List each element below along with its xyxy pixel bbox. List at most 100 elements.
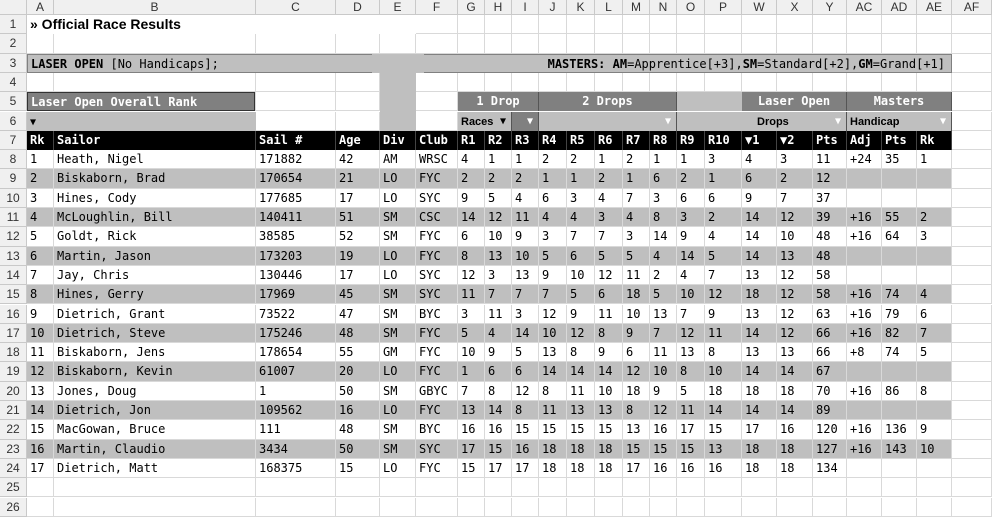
result-cell[interactable]: 12	[777, 323, 813, 344]
result-cell[interactable]: 18	[777, 381, 813, 401]
result-cell[interactable]: SM	[380, 304, 416, 324]
result-cell[interactable]: 4	[742, 150, 777, 170]
result-cell[interactable]: 3	[27, 188, 54, 208]
grid-cell[interactable]	[813, 34, 847, 54]
result-cell[interactable]: 5	[567, 285, 595, 305]
result-cell[interactable]: 1	[485, 150, 512, 170]
grid-cell[interactable]	[567, 497, 595, 517]
result-cell[interactable]: 15	[650, 439, 677, 459]
result-cell[interactable]: 9	[742, 188, 777, 208]
column-header-ad[interactable]: AD	[882, 0, 917, 15]
result-cell[interactable]: 11	[623, 265, 650, 286]
result-cell[interactable]	[847, 265, 882, 286]
grid-cell[interactable]	[595, 497, 623, 517]
result-cell[interactable]: 50	[336, 439, 380, 459]
result-cell[interactable]: +16	[847, 208, 882, 228]
result-cell[interactable]: WRSC	[416, 150, 458, 170]
handicap-filter[interactable]: Handicap ▼	[847, 111, 952, 131]
result-cell[interactable]: +16	[847, 323, 882, 344]
grid-cell[interactable]	[952, 150, 992, 170]
result-cell[interactable]: 8	[595, 323, 623, 344]
result-cell[interactable]: 12	[27, 362, 54, 382]
result-cell[interactable]: BYC	[416, 304, 458, 324]
result-cell[interactable]: +24	[847, 150, 882, 170]
result-cell[interactable]: 51	[336, 208, 380, 228]
sailor-name-cell[interactable]: Biskaborn, Jens	[54, 343, 256, 363]
rank-filter-cell[interactable]: ▼	[27, 111, 256, 131]
result-cell[interactable]	[917, 458, 952, 479]
result-cell[interactable]: 9	[567, 304, 595, 324]
grid-cell[interactable]	[512, 497, 539, 517]
result-cell[interactable]: SYC	[416, 285, 458, 305]
grid-cell[interactable]	[952, 188, 992, 208]
result-cell[interactable]: SYC	[416, 439, 458, 459]
result-cell[interactable]: 16	[650, 420, 677, 440]
result-cell[interactable]: 1	[567, 169, 595, 189]
result-cell[interactable]: 35	[882, 150, 917, 170]
result-cell[interactable]: 15	[677, 439, 705, 459]
row-header-19[interactable]: 19	[0, 362, 27, 382]
grid-cell[interactable]	[458, 34, 485, 54]
grid-cell[interactable]	[952, 227, 992, 247]
result-cell[interactable]: 8	[917, 381, 952, 401]
result-cell[interactable]: 13	[485, 246, 512, 266]
result-cell[interactable]: 17	[336, 265, 380, 286]
grid-cell[interactable]	[952, 53, 992, 73]
result-cell[interactable]: 14	[742, 246, 777, 266]
result-cell[interactable]: 2	[650, 265, 677, 286]
result-cell[interactable]: 130446	[256, 265, 336, 286]
result-cell[interactable]: 9	[677, 227, 705, 247]
result-cell[interactable]: SM	[380, 285, 416, 305]
result-cell[interactable]: 8	[705, 343, 742, 363]
grid-cell[interactable]	[336, 34, 380, 54]
row-header-1[interactable]: 1	[0, 15, 27, 35]
grid-cell[interactable]	[623, 72, 650, 93]
result-cell[interactable]: 5	[595, 246, 623, 266]
result-cell[interactable]: 58	[813, 265, 847, 286]
grid-cell[interactable]	[952, 72, 992, 93]
column-title-2[interactable]: Sail #	[256, 130, 336, 151]
column-header-k[interactable]: K	[567, 0, 595, 15]
grid-cell[interactable]	[952, 111, 992, 131]
result-cell[interactable]: LO	[380, 265, 416, 286]
result-cell[interactable]: 17969	[256, 285, 336, 305]
grid-cell[interactable]	[952, 169, 992, 189]
result-cell[interactable]: 11	[705, 323, 742, 344]
result-cell[interactable]: 58	[813, 285, 847, 305]
result-cell[interactable]	[882, 188, 917, 208]
column-header-h[interactable]: H	[485, 0, 512, 15]
grid-cell[interactable]	[256, 478, 336, 498]
row-header-22[interactable]: 22	[0, 420, 27, 440]
result-cell[interactable]: 6	[595, 285, 623, 305]
grid-cell[interactable]	[27, 72, 54, 93]
result-cell[interactable]: 6	[623, 343, 650, 363]
result-cell[interactable]: 48	[336, 420, 380, 440]
grid-cell[interactable]	[917, 497, 952, 517]
result-cell[interactable]: 18	[595, 439, 623, 459]
result-cell[interactable]: 14	[677, 246, 705, 266]
column-header-f[interactable]: F	[416, 0, 458, 15]
result-cell[interactable]: 14	[777, 401, 813, 421]
result-cell[interactable]: LO	[380, 246, 416, 266]
column-title-14[interactable]: R9	[677, 130, 705, 151]
result-cell[interactable]: 11	[567, 381, 595, 401]
grid-cell[interactable]	[485, 72, 512, 93]
result-cell[interactable]: 17	[623, 458, 650, 479]
grid-cell[interactable]	[539, 34, 567, 54]
result-cell[interactable]: 1	[595, 150, 623, 170]
result-cell[interactable]: 15	[458, 458, 485, 479]
result-cell[interactable]: 11	[677, 401, 705, 421]
result-cell[interactable]: 4	[677, 265, 705, 286]
result-cell[interactable]: 9	[623, 323, 650, 344]
result-cell[interactable]: FYC	[416, 343, 458, 363]
result-cell[interactable]: 9	[485, 343, 512, 363]
grid-cell[interactable]	[256, 34, 336, 54]
grid-cell[interactable]	[742, 478, 777, 498]
grid-cell[interactable]	[336, 478, 380, 498]
column-title-4[interactable]: Div	[380, 130, 416, 151]
grid-cell[interactable]	[882, 478, 917, 498]
grid-cell[interactable]	[380, 478, 416, 498]
result-cell[interactable]: 12	[777, 265, 813, 286]
result-cell[interactable]: 16	[512, 439, 539, 459]
column-header-d[interactable]: D	[336, 0, 380, 15]
